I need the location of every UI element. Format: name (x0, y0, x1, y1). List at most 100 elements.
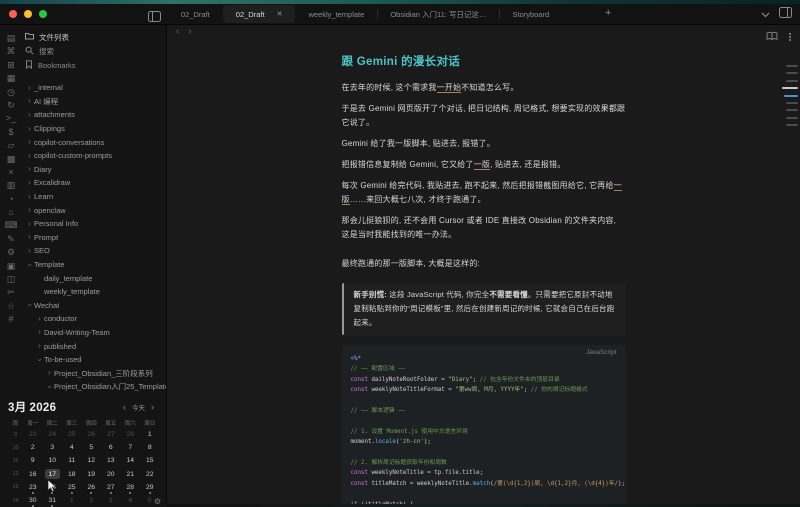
close-window-button[interactable] (9, 10, 17, 18)
ribbon-icon-4[interactable]: ▦ (7, 73, 16, 83)
ribbon-icon-18[interactable]: ▣ (7, 261, 16, 271)
calendar-day[interactable]: 5 (82, 441, 102, 454)
tree-item[interactable]: › Clippings (22, 122, 166, 136)
calendar-day[interactable]: 9 (23, 454, 43, 467)
calendar-prev-icon[interactable]: ‹ (123, 402, 126, 412)
calendar-day[interactable]: 24 (43, 428, 63, 441)
calendar-day[interactable]: 10 (43, 454, 63, 467)
tree-item[interactable]: › Learn (22, 190, 166, 204)
calendar-day[interactable]: 15 (140, 454, 160, 467)
calendar-day[interactable]: 28 (121, 481, 141, 494)
ribbon-icon-11[interactable]: × (8, 167, 13, 177)
ribbon-icon-6[interactable]: ↻ (7, 100, 15, 110)
ribbon-icon-21[interactable]: ☆ (7, 301, 15, 311)
calendar-day[interactable]: 25 (62, 481, 82, 494)
more-options-icon[interactable] (789, 36, 791, 38)
tab[interactable]: 02_Draft (168, 5, 223, 23)
minimize-window-button[interactable] (24, 10, 32, 18)
tree-item[interactable]: › Prompt (22, 231, 166, 245)
calendar-day[interactable]: 30 (23, 494, 43, 507)
tree-item[interactable]: › Diary (22, 163, 166, 177)
tree-item[interactable]: › attachments (22, 108, 166, 122)
tree-item[interactable]: › Excalidraw (22, 176, 166, 190)
calendar-day[interactable]: 3 (43, 441, 63, 454)
calendar-day[interactable]: 1 (140, 428, 160, 441)
calendar-day[interactable]: 4 (62, 441, 82, 454)
calendar-day[interactable]: 23 (23, 481, 43, 494)
sidebar-item-search[interactable]: 搜索 (22, 44, 166, 58)
calendar-day[interactable]: 14 (121, 454, 141, 467)
ribbon-icon-15[interactable]: ⌨ (5, 220, 18, 230)
tree-item[interactable]: › AI 编程 (22, 95, 166, 109)
calendar-day[interactable]: 19 (82, 468, 102, 481)
calendar-day[interactable]: 11 (62, 454, 82, 467)
sidebar-item-bookmarks[interactable]: Bookmarks (22, 58, 166, 72)
calendar-day[interactable]: 12 (82, 454, 102, 467)
tree-item[interactable]: › copilot-custom-prompts (22, 149, 166, 163)
tree-item[interactable]: › Project_Obsidian_三阶段系列 (22, 366, 166, 380)
calendar-next-icon[interactable]: › (151, 402, 154, 412)
tree-item[interactable]: › SEO (22, 244, 166, 258)
tab[interactable]: weekly_template (295, 5, 377, 23)
ribbon-icon-3[interactable]: ⊞ (7, 60, 15, 70)
ribbon-icon-13[interactable]: ◔ (8, 194, 13, 204)
calendar-day[interactable]: 2 (23, 441, 43, 454)
calendar-day[interactable]: 16 (23, 468, 43, 481)
ribbon-icon-5[interactable]: ◷ (7, 87, 15, 97)
navigate-forward-icon[interactable]: › (188, 26, 191, 38)
sidebar-toggle-icon[interactable] (148, 9, 161, 27)
calendar-day[interactable]: 29 (140, 481, 160, 494)
right-sidebar-toggle-icon[interactable] (779, 5, 792, 23)
calendar-day[interactable]: 25 (62, 428, 82, 441)
navigate-back-icon[interactable]: ‹ (176, 26, 179, 38)
ribbon-icon-1[interactable]: ▤ (7, 33, 16, 43)
ribbon-icon-14[interactable]: ⌂ (8, 207, 13, 217)
calendar-day[interactable]: 27 (101, 428, 121, 441)
tree-item[interactable]: › Personal Info (22, 217, 166, 231)
tree-item[interactable]: › Template (22, 258, 166, 272)
calendar-day[interactable]: 20 (101, 468, 121, 481)
tree-item[interactable]: › _internal (22, 81, 166, 95)
ribbon-icon-12[interactable]: ▥ (7, 180, 16, 190)
calendar-day[interactable]: 2 (82, 494, 102, 507)
tab[interactable]: Storyboard (499, 5, 562, 23)
calendar-day[interactable]: 26 (82, 428, 102, 441)
calendar-day[interactable]: 22 (140, 468, 160, 481)
ribbon-icon-2[interactable]: ⌘ (7, 46, 16, 56)
calendar-day[interactable]: 27 (101, 481, 121, 494)
ribbon-icon-16[interactable]: ✎ (7, 234, 15, 244)
ribbon-icon-20[interactable]: ✂ (7, 287, 15, 297)
tree-item[interactable]: › David-Writing-Team (22, 326, 166, 340)
tree-item[interactable]: › To-be-used (22, 353, 166, 367)
calendar-day[interactable]: 23 (23, 428, 43, 441)
ribbon-icon-7[interactable]: >_ (6, 113, 16, 123)
sidebar-item-file-list[interactable]: 文件列表 (22, 30, 166, 44)
editor-scroll-area[interactable]: 跟 Gemini 的漫长对话 在去年的时候, 这个需求我一开始不知道怎么写。 于是… (167, 41, 800, 507)
calendar-day[interactable]: 4 (121, 494, 141, 507)
ribbon-icon-19[interactable]: ◫ (7, 274, 16, 284)
calendar-day[interactable]: 18 (62, 468, 82, 481)
calendar-day[interactable]: 1 (62, 494, 82, 507)
zoom-window-button[interactable] (39, 10, 47, 18)
calendar-today-button[interactable]: 今天 (132, 402, 145, 412)
calendar-day[interactable]: 3 (101, 494, 121, 507)
tree-item[interactable]: ›daily_template (22, 271, 166, 285)
new-tab-button[interactable]: + (605, 8, 611, 19)
tab[interactable]: 02_Draft ✕ (222, 5, 296, 23)
tree-item[interactable]: › published (22, 339, 166, 353)
calendar-day[interactable]: 28 (121, 428, 141, 441)
calendar-day[interactable]: 26 (82, 481, 102, 494)
ribbon-icon-22[interactable]: # (8, 314, 13, 324)
ribbon-icon-8[interactable]: $ (8, 127, 13, 137)
tree-item[interactable]: ›weekly_template (22, 285, 166, 299)
ribbon-icon-10[interactable]: ▩ (7, 154, 16, 164)
calendar-day[interactable]: 6 (101, 441, 121, 454)
calendar-day[interactable]: 21 (121, 468, 141, 481)
ribbon-icon-9[interactable]: ▱ (8, 140, 15, 150)
calendar-day[interactable]: 8 (140, 441, 160, 454)
chevron-down-icon[interactable] (761, 5, 770, 23)
tree-item[interactable]: › Project_Obsidian入门25_Templater (22, 380, 167, 394)
calendar-settings-gear-icon[interactable]: ⚙ (154, 497, 161, 506)
tab[interactable]: Obsidian 入门11: 写日记这… (377, 5, 499, 23)
tree-item[interactable]: › openclaw (22, 203, 166, 217)
